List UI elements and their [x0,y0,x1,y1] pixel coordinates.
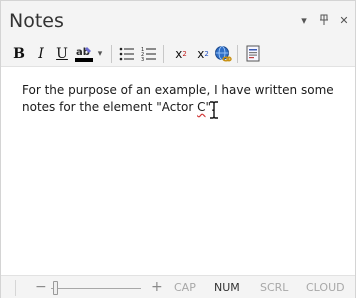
misspelled-word: C [197,100,206,114]
italic-button[interactable]: I [31,44,51,64]
underline-button[interactable]: U [52,44,72,64]
status-bar: − + CAP NUM SCRL CLOUD [1,275,355,298]
superscript-exp: 2 [182,50,187,58]
scroll-lock-indicator: SCRL [260,281,289,294]
caps-lock-indicator: CAP [174,281,196,294]
note-text-line-2-prefix: notes for the element "Actor [22,100,198,114]
formatting-toolbar: B I U ab ▾ 1 2 3 x 2 x 2 [1,41,355,67]
zoom-slider-thumb[interactable] [53,281,58,295]
num-lock-indicator: NUM [214,281,240,294]
globe-link-icon [215,46,232,62]
close-icon[interactable]: ✕ [337,13,351,27]
superscript-button[interactable]: x2 [171,44,191,64]
pin-icon[interactable] [317,13,331,27]
subscript-base: x [197,47,205,61]
note-text-line-2: notes for the element "Actor C". [22,99,215,115]
superscript-base: x [175,47,183,61]
panel-menu-dropdown-icon[interactable]: ▾ [297,13,311,27]
notes-panel: Notes ▾ ✕ B I U ab ▾ 1 2 3 x 2 x 2 For t… [0,0,356,298]
bullet-list-icon [119,47,134,61]
zoom-in-button[interactable]: + [151,279,163,295]
document-button[interactable] [243,44,263,64]
document-icon [246,45,260,62]
font-color-button[interactable]: ab [73,44,95,64]
hyperlink-button[interactable] [213,44,233,64]
numbered-list-icon: 1 2 3 [141,47,156,61]
notes-editor[interactable]: For the purpose of an example, I have wr… [1,68,355,274]
toolbar-divider [111,45,112,63]
text-cursor-icon [210,101,218,119]
bold-button[interactable]: B [9,44,29,64]
subscript-exp: 2 [204,50,209,58]
font-color-icon: ab [75,47,93,62]
zoom-slider-track[interactable] [51,288,141,289]
status-divider [15,280,16,296]
title-bar: Notes ▾ ✕ [1,1,355,41]
font-color-dropdown-icon[interactable]: ▾ [95,44,105,64]
numbered-list-button[interactable]: 1 2 3 [139,44,159,64]
zoom-out-button[interactable]: − [35,279,47,295]
title-controls: ▾ ✕ [297,13,351,27]
panel-title: Notes [9,10,64,32]
subscript-button[interactable]: x2 [193,44,213,64]
bullet-list-button[interactable] [117,44,137,64]
cloud-indicator: CLOUD [306,281,345,294]
toolbar-divider [237,45,238,63]
svg-text:3: 3 [141,57,144,61]
note-text-line-1: For the purpose of an example, I have wr… [22,83,334,97]
toolbar-divider [163,45,164,63]
